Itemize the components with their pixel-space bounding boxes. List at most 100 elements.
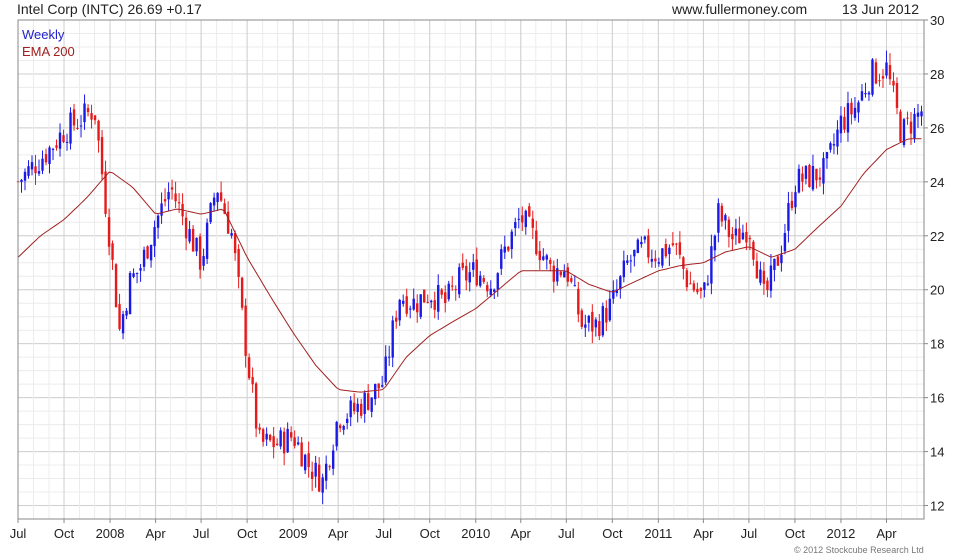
candle-body bbox=[163, 199, 167, 202]
candle-body bbox=[808, 165, 811, 188]
candle-body bbox=[69, 112, 72, 144]
candlestick bbox=[664, 238, 668, 259]
candle-body bbox=[545, 255, 548, 260]
candle-body bbox=[62, 135, 65, 143]
candle-body bbox=[920, 111, 923, 117]
candlestick bbox=[864, 82, 867, 98]
candle-body bbox=[174, 193, 177, 202]
candle-body bbox=[829, 143, 832, 150]
candlestick bbox=[531, 210, 534, 239]
candlestick bbox=[20, 178, 23, 193]
candle-body bbox=[748, 238, 752, 240]
candle-body bbox=[790, 200, 794, 208]
candlestick bbox=[755, 252, 759, 279]
candle-body bbox=[822, 158, 825, 184]
candle-body bbox=[233, 233, 237, 254]
candle-body bbox=[566, 267, 570, 282]
candle-body bbox=[359, 403, 363, 416]
candle-body bbox=[289, 432, 293, 438]
candlestick bbox=[514, 217, 517, 237]
candlestick bbox=[90, 104, 93, 129]
candlestick bbox=[815, 168, 818, 189]
candle-body bbox=[72, 109, 76, 126]
candlestick bbox=[622, 250, 626, 283]
candlestick bbox=[468, 262, 471, 292]
candle-body bbox=[535, 230, 538, 255]
candlestick bbox=[619, 275, 622, 299]
candlestick bbox=[335, 420, 338, 451]
candlestick bbox=[496, 272, 499, 297]
candle-body bbox=[689, 283, 692, 285]
candle-body bbox=[48, 147, 51, 164]
candle-body bbox=[521, 215, 524, 223]
candlestick bbox=[867, 90, 871, 101]
candle-body bbox=[237, 248, 240, 277]
candle-body bbox=[654, 258, 657, 262]
candlestick bbox=[72, 103, 76, 131]
candlestick bbox=[517, 207, 520, 229]
candle-body bbox=[93, 115, 97, 121]
candle-body bbox=[549, 260, 552, 264]
candle-body bbox=[356, 403, 359, 412]
x-tick-label: Oct bbox=[420, 526, 441, 541]
candlestick bbox=[552, 260, 555, 293]
candlestick bbox=[188, 220, 191, 244]
candlestick bbox=[247, 353, 251, 381]
candle-body bbox=[738, 228, 741, 244]
candlestick bbox=[300, 436, 303, 467]
candlestick bbox=[888, 53, 892, 85]
candlestick bbox=[44, 148, 48, 166]
candlestick bbox=[303, 453, 307, 474]
candle-body bbox=[780, 254, 783, 264]
x-tick-label: Apr bbox=[145, 526, 166, 541]
candle-body bbox=[752, 241, 755, 260]
candle-body bbox=[58, 132, 62, 149]
candlestick bbox=[76, 118, 79, 130]
candle-body bbox=[254, 383, 258, 429]
candle-body bbox=[853, 107, 857, 118]
y-tick-label: 30 bbox=[930, 13, 944, 28]
candle-body bbox=[430, 300, 433, 303]
candlestick bbox=[738, 216, 741, 244]
candle-body bbox=[783, 233, 787, 252]
candle-body bbox=[268, 434, 272, 441]
candlestick bbox=[237, 244, 240, 289]
candlestick bbox=[591, 304, 594, 344]
candlestick bbox=[426, 294, 429, 304]
candle-body bbox=[773, 258, 776, 271]
candlestick bbox=[184, 211, 188, 251]
candlestick bbox=[783, 223, 787, 255]
candlestick bbox=[293, 430, 296, 449]
candlestick bbox=[219, 181, 223, 202]
candle-body bbox=[125, 310, 128, 316]
candlestick bbox=[268, 433, 272, 442]
candlestick bbox=[142, 246, 146, 272]
candle-body bbox=[794, 192, 797, 208]
candle-body bbox=[801, 173, 804, 182]
candlestick bbox=[128, 271, 132, 315]
candle-body bbox=[836, 129, 839, 147]
candle-body bbox=[479, 275, 482, 286]
candle-body bbox=[493, 289, 496, 292]
candlestick bbox=[640, 236, 643, 248]
candle-body bbox=[251, 377, 254, 385]
candlestick bbox=[405, 288, 408, 317]
candle-body bbox=[745, 231, 748, 243]
candlestick bbox=[205, 218, 209, 265]
candle-body bbox=[626, 260, 629, 263]
candlestick bbox=[601, 302, 605, 338]
candle-body bbox=[440, 289, 443, 295]
candle-body bbox=[633, 249, 636, 257]
candlestick bbox=[850, 98, 853, 125]
candle-body bbox=[703, 282, 706, 291]
candlestick bbox=[395, 310, 398, 329]
candle-body bbox=[419, 294, 422, 317]
candlestick bbox=[388, 345, 391, 366]
candle-body bbox=[895, 82, 899, 108]
candlestick bbox=[381, 375, 384, 388]
candle-body bbox=[405, 296, 408, 314]
candle-body bbox=[76, 127, 79, 129]
candle-body bbox=[640, 241, 643, 245]
candlestick bbox=[384, 345, 387, 386]
candle-body bbox=[384, 356, 387, 383]
